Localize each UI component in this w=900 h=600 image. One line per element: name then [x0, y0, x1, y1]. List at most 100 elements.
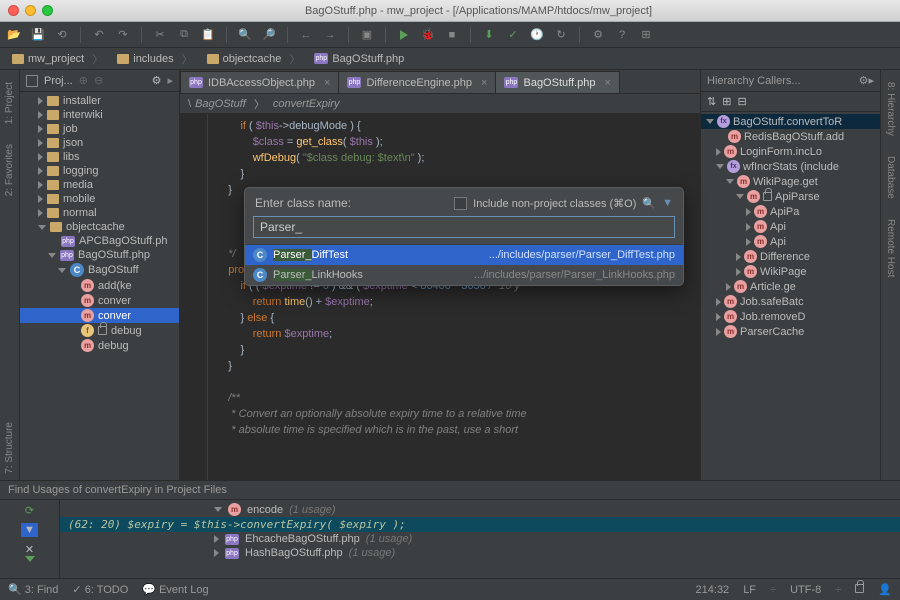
rail-tab-remote[interactable]: Remote Host [883, 213, 898, 283]
minimize-window-button[interactable] [25, 5, 36, 16]
rail-tab-project[interactable]: 1: Project [2, 76, 17, 130]
tree-item[interactable]: json [20, 136, 179, 150]
rail-tab-database[interactable]: Database [883, 150, 898, 205]
stop-icon[interactable]: ■ [444, 27, 460, 43]
forward-icon[interactable]: → [322, 27, 338, 43]
chevron-icon[interactable] [746, 238, 751, 246]
save-icon[interactable]: 💾 [30, 27, 46, 43]
breadcrumb[interactable]: objectcache [201, 50, 307, 68]
chevron-icon[interactable] [706, 119, 714, 124]
close-window-button[interactable] [8, 5, 19, 16]
gear-icon[interactable]: ⚙ [859, 74, 869, 87]
chevron-icon[interactable] [716, 164, 724, 169]
chevron-icon[interactable] [736, 194, 744, 199]
breadcrumb[interactable]: phpBagOStuff.php [308, 52, 410, 66]
breadcrumb[interactable]: mw_project [6, 50, 109, 68]
chevron-icon[interactable] [746, 208, 751, 216]
chevron-icon[interactable] [214, 549, 219, 557]
collapse-icon[interactable]: ⊖ [94, 74, 103, 87]
hierarchy-item[interactable]: mWikiPage.get [701, 174, 880, 189]
zoom-window-button[interactable] [42, 5, 53, 16]
chevron-icon[interactable] [38, 97, 43, 105]
close-tab-icon[interactable]: × [481, 77, 487, 89]
open-icon[interactable]: 📂 [6, 27, 22, 43]
commit-icon[interactable]: ✓ [505, 27, 521, 43]
history-icon[interactable]: 🕐 [529, 27, 545, 43]
hierarchy-item[interactable]: mApi [701, 219, 880, 234]
structure-icon[interactable]: ⊞ [638, 27, 654, 43]
copy-icon[interactable]: ⧉ [176, 27, 192, 43]
hierarchy-item[interactable]: mParserCache [701, 324, 880, 339]
editor-tab[interactable]: phpDifferenceEngine.php× [338, 71, 496, 93]
chevron-icon[interactable] [736, 253, 741, 261]
editor-breadcrumb[interactable]: \BagOStuff 〉 convertExpiry [180, 94, 700, 114]
collapse-icon[interactable]: ⊟ [737, 95, 746, 108]
chevron-icon[interactable] [716, 313, 721, 321]
rerun-icon[interactable]: ⟳ [25, 504, 34, 517]
status-find[interactable]: 🔍 3: Find [8, 583, 58, 596]
search-icon[interactable]: 🔍 [642, 197, 656, 210]
status-line-sep[interactable]: LF [743, 584, 756, 596]
replace-icon[interactable]: 🔎 [261, 27, 277, 43]
chevron-icon[interactable] [38, 209, 43, 217]
chevron-icon[interactable] [38, 225, 46, 230]
status-position[interactable]: 214:32 [696, 584, 730, 596]
breadcrumb[interactable]: includes [111, 50, 198, 68]
tree-item[interactable]: logging [20, 164, 179, 178]
usage-item[interactable]: mencode (1 usage) [60, 502, 900, 517]
tree-item[interactable]: mdebug [20, 338, 179, 353]
usage-item[interactable]: phpEhcacheBagOStuff.php (1 usage) [60, 532, 900, 546]
chevron-icon[interactable] [716, 298, 721, 306]
class-suggestion-list[interactable]: CParser_DiffTest.../includes/parser/Pars… [245, 244, 683, 285]
sort-icon[interactable]: ⇅ [707, 95, 716, 108]
chevron-icon[interactable] [38, 125, 43, 133]
vcs-icon[interactable]: ⬇ [481, 27, 497, 43]
usage-item[interactable]: phpHashBagOStuff.php (1 usage) [60, 546, 900, 560]
gear-icon[interactable]: ⚙ [152, 74, 162, 87]
redo-icon[interactable]: ↷ [115, 27, 131, 43]
status-inspection-icon[interactable]: 👤 [878, 583, 892, 596]
chevron-icon[interactable] [38, 181, 43, 189]
project-view-icon[interactable] [26, 75, 38, 87]
class-suggestion-item[interactable]: CParser_LinkHooks.../includes/parser/Par… [245, 265, 683, 285]
tree-item[interactable]: CBagOStuff [20, 262, 179, 278]
tree-item[interactable]: normal [20, 206, 179, 220]
chevron-icon[interactable] [736, 268, 741, 276]
class-suggestion-item[interactable]: CParser_DiffTest.../includes/parser/Pars… [245, 245, 683, 265]
chevron-icon[interactable] [38, 111, 43, 119]
chevron-icon[interactable] [746, 223, 751, 231]
close-icon[interactable]: ✕ [25, 543, 34, 556]
code-editor[interactable]: if ( $this->debugMode ) { $class = get_c… [180, 114, 700, 480]
chevron-icon[interactable] [716, 328, 721, 336]
hierarchy-item[interactable]: mApiParse [701, 189, 880, 204]
tree-item[interactable]: madd(ke [20, 278, 179, 293]
hide-panel-icon[interactable]: ▸ [167, 74, 173, 87]
status-todo[interactable]: ✓ 6: TODO [72, 583, 128, 596]
hierarchy-item[interactable]: fxwfIncrStats (include [701, 159, 880, 174]
chevron-down-icon[interactable]: ⊕ [79, 74, 88, 87]
chevron-icon[interactable] [38, 195, 43, 203]
close-tab-icon[interactable]: × [324, 77, 330, 89]
find-usages-tree[interactable]: mencode (1 usage)(62: 20) $expiry = $thi… [60, 500, 900, 578]
run-icon[interactable] [396, 27, 412, 43]
hierarchy-item[interactable]: mWikiPage [701, 264, 880, 279]
close-tab-icon[interactable]: × [604, 77, 610, 89]
settings-icon[interactable]: ⚙ [590, 27, 606, 43]
include-non-project-checkbox[interactable] [454, 197, 467, 210]
rail-tab-hierarchy[interactable]: 8: Hierarchy [883, 76, 898, 142]
hierarchy-item[interactable]: mJob.removeD [701, 309, 880, 324]
tree-item[interactable]: libs [20, 150, 179, 164]
tree-item[interactable]: interwiki [20, 108, 179, 122]
sync-icon[interactable]: ⟲ [54, 27, 70, 43]
tree-item[interactable]: phpAPCBagOStuff.ph [20, 234, 179, 248]
chevron-icon[interactable] [38, 139, 43, 147]
build-icon[interactable]: ▣ [359, 27, 375, 43]
filter-icon[interactable]: ▼ [662, 197, 673, 209]
chevron-icon[interactable] [58, 268, 66, 273]
tree-item[interactable]: fdebug [20, 323, 179, 338]
status-encoding[interactable]: UTF-8 [790, 584, 821, 596]
chevron-icon[interactable] [48, 253, 56, 258]
help-icon[interactable]: ? [614, 27, 630, 43]
status-lock-icon[interactable] [855, 584, 864, 596]
usage-match-line[interactable]: (62: 20) $expiry = $this->convertExpiry(… [60, 517, 900, 532]
